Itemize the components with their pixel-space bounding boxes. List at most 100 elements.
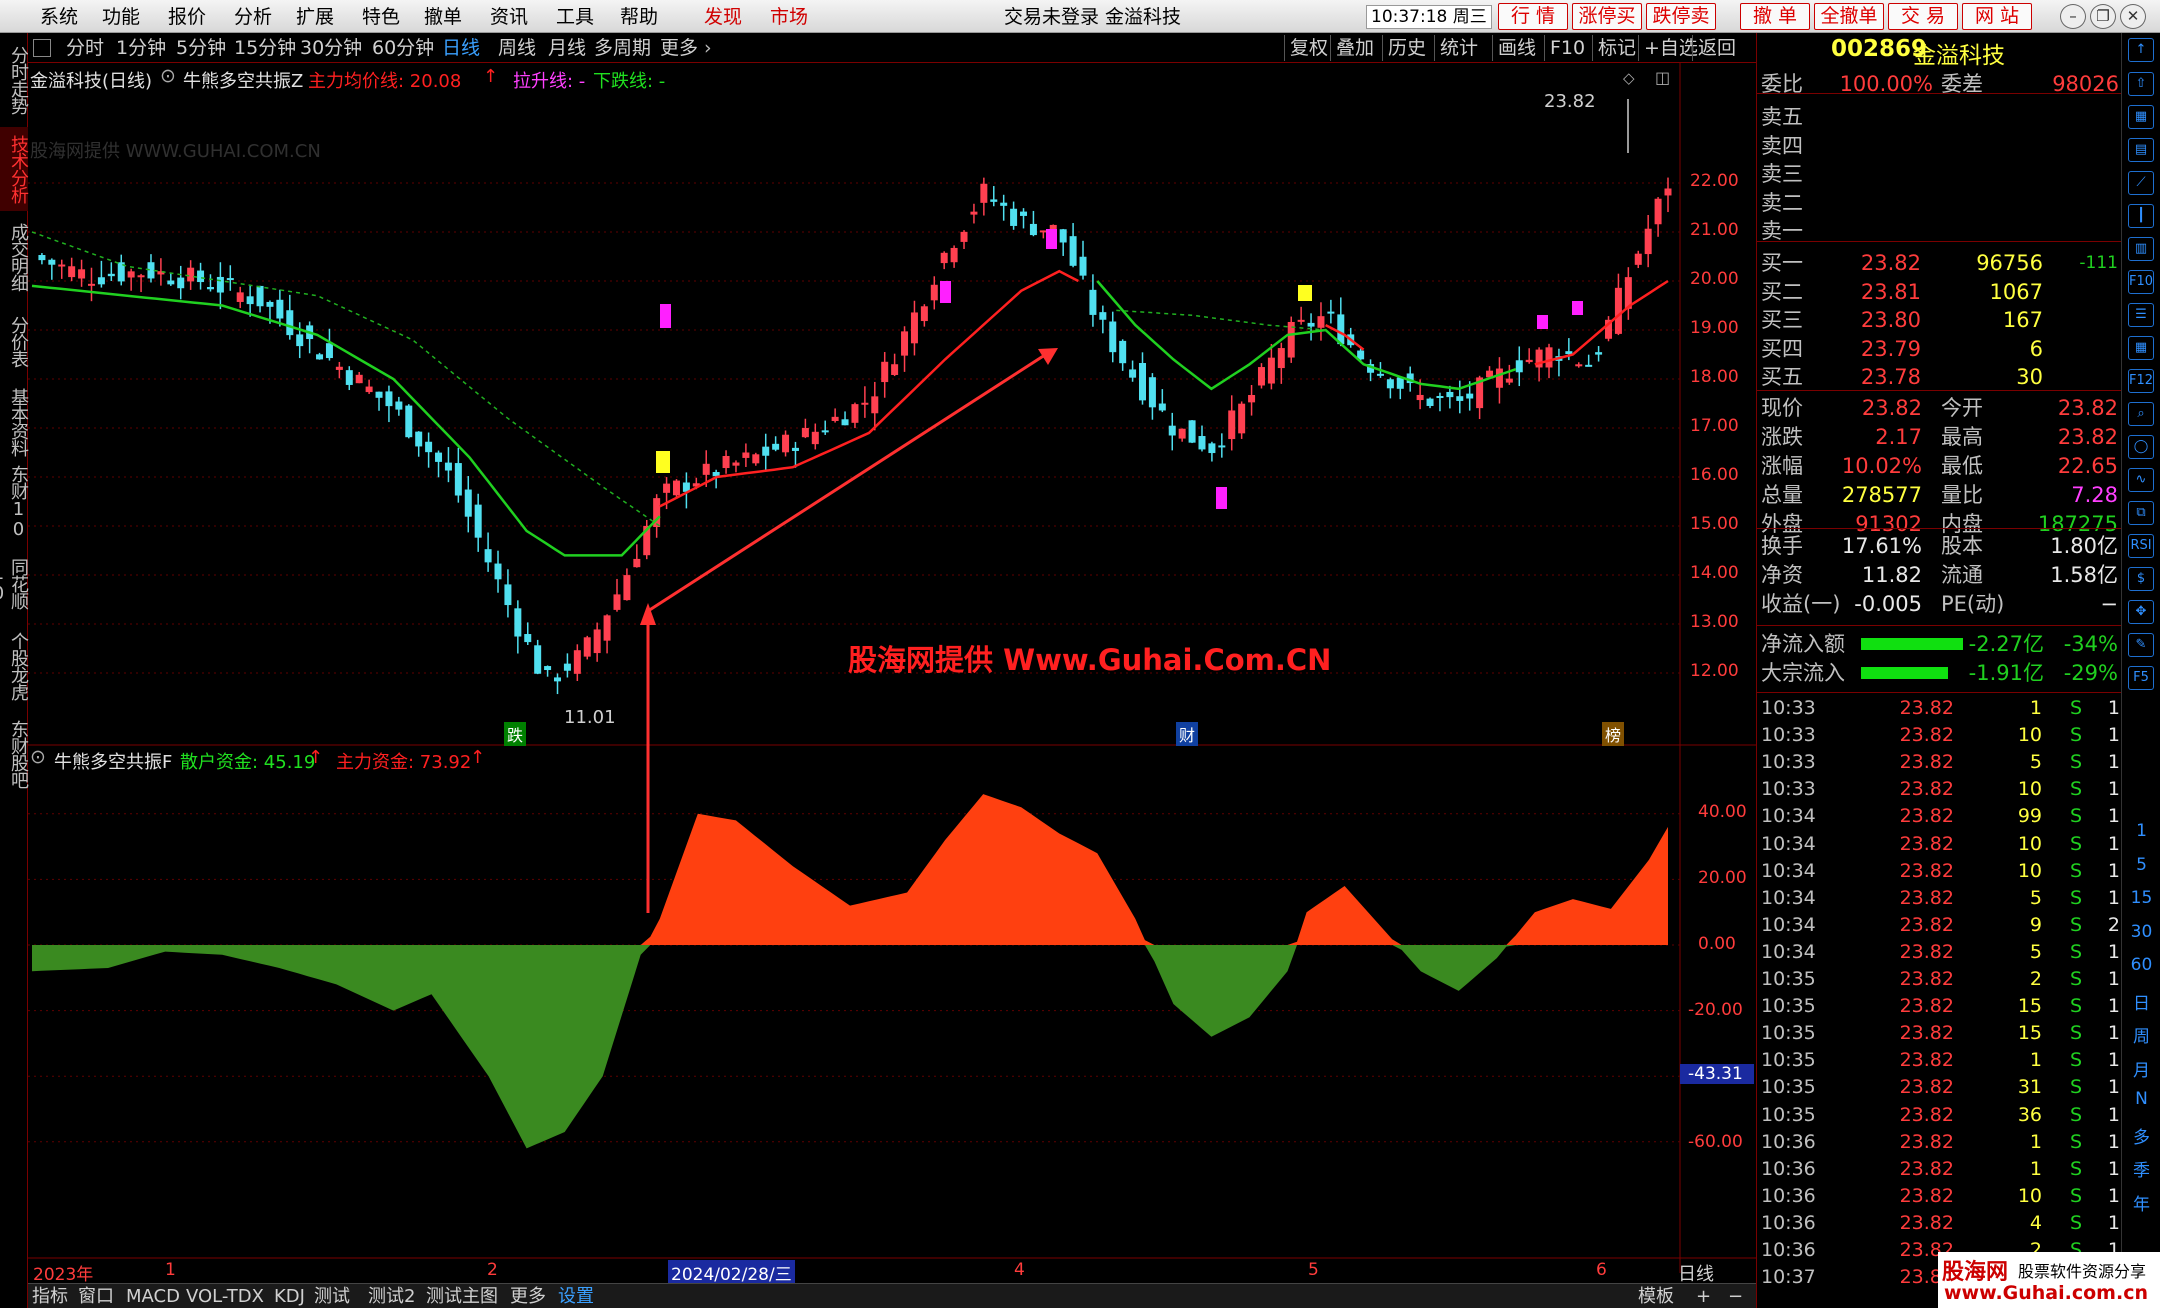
period-shortcut-1[interactable]: 5 — [2122, 855, 2160, 875]
right-move-icon[interactable]: ✥ — [2128, 600, 2154, 624]
panel-layout-icon[interactable]: ◫ — [1655, 68, 1670, 87]
bottom-tab-6[interactable]: 测试2 — [368, 1285, 415, 1308]
period-shortcut-6[interactable]: 周 — [2122, 1022, 2160, 1047]
quick-button-1[interactable]: 涨停买 — [1572, 3, 1642, 30]
period-tab-3[interactable]: 15分钟 — [234, 36, 296, 60]
period-tab-8[interactable]: 月线 — [548, 36, 586, 60]
menu-market[interactable]: 市场 — [770, 4, 808, 30]
tool-button-8[interactable]: 返回 — [1698, 36, 1736, 60]
menu-item-9[interactable]: 帮助 — [620, 4, 658, 30]
right-candle-icon[interactable]: ┃ — [2128, 204, 2154, 228]
right-line-icon[interactable]: ⟋ — [2128, 171, 2154, 195]
left-tab-2[interactable]: 成交明细 — [0, 215, 29, 299]
tool-button-6[interactable]: 标记 — [1598, 36, 1636, 60]
sub-indicator-toggle-icon[interactable]: ⊙ — [30, 746, 46, 768]
left-tab-3[interactable]: 分价表 — [0, 303, 29, 379]
left-tab-6[interactable]: 同花顺10 — [0, 543, 29, 623]
tool-button-2[interactable]: 历史 — [1388, 36, 1426, 60]
left-tab-8[interactable]: 东财股吧 — [0, 709, 29, 799]
bottom-right-button-0[interactable]: 模板 — [1638, 1285, 1674, 1308]
menu-item-3[interactable]: 分析 — [234, 4, 272, 30]
minimize-icon[interactable]: – — [2060, 4, 2086, 29]
sub-indicator-name[interactable]: 牛熊多空共振F — [54, 748, 172, 774]
menu-item-7[interactable]: 资讯 — [490, 4, 528, 30]
quick-button-4[interactable]: 全撤单 — [1814, 3, 1884, 30]
left-tab-5[interactable]: 东财10 — [0, 465, 29, 539]
period-tab-9[interactable]: 多周期 — [594, 36, 651, 60]
right-f12-icon[interactable]: F12 — [2128, 369, 2154, 393]
bottom-tab-4[interactable]: KDJ — [274, 1285, 305, 1308]
panel-toggle-icon[interactable] — [33, 39, 51, 57]
bottom-tab-2[interactable]: MACD — [126, 1285, 180, 1308]
bottom-tab-5[interactable]: 测试 — [314, 1285, 350, 1308]
bottom-right-button-2[interactable]: − — [1728, 1285, 1743, 1308]
period-shortcut-5[interactable]: 日 — [2122, 989, 2160, 1014]
period-shortcut-3[interactable]: 30 — [2122, 922, 2160, 942]
right-dual-icon[interactable]: ⧉ — [2128, 501, 2154, 525]
right-chart-icon[interactable]: ▦ — [2128, 105, 2154, 129]
bottom-tab-9[interactable]: 设置 — [558, 1285, 594, 1308]
period-shortcut-2[interactable]: 15 — [2122, 888, 2160, 908]
period-shortcut-4[interactable]: 60 — [2122, 955, 2160, 975]
period-tab-6[interactable]: 日线 — [442, 36, 480, 60]
period-tab-7[interactable]: 周线 — [498, 36, 536, 60]
restore-icon[interactable]: ❐ — [2090, 4, 2116, 29]
right-bars-icon[interactable]: ▤ — [2128, 138, 2154, 162]
period-tab-0[interactable]: 分时 — [66, 36, 104, 60]
quick-button-0[interactable]: 行 情 — [1498, 3, 1568, 30]
left-tab-7[interactable]: 个股龙虎 — [0, 627, 29, 705]
tool-button-5[interactable]: F10 — [1550, 36, 1585, 60]
right-f5-icon[interactable]: F5 — [2128, 666, 2154, 690]
bottom-tab-1[interactable]: 窗口 — [78, 1285, 114, 1308]
more-chevron-icon[interactable]: › — [704, 36, 712, 60]
right-rsi-icon[interactable]: RSI — [2128, 534, 2154, 558]
menu-item-1[interactable]: 功能 — [102, 4, 140, 30]
menu-item-4[interactable]: 扩展 — [296, 4, 334, 30]
quick-button-2[interactable]: 跌停卖 — [1646, 3, 1716, 30]
period-tab-5[interactable]: 60分钟 — [372, 36, 434, 60]
right-circle-icon[interactable]: ◯ — [2128, 435, 2154, 459]
period-shortcut-11[interactable]: 年 — [2122, 1190, 2160, 1215]
bottom-tab-7[interactable]: 测试主图 — [426, 1285, 498, 1308]
right-grid-icon[interactable]: ▦ — [2128, 336, 2154, 360]
left-tab-4[interactable]: 基本资料 — [0, 383, 29, 461]
tool-button-4[interactable]: 画线 — [1498, 36, 1536, 60]
bottom-tab-8[interactable]: 更多 — [510, 1285, 546, 1308]
diamond-icon[interactable]: ◇ — [1623, 69, 1635, 87]
right-list-icon[interactable]: ☰ — [2128, 303, 2154, 327]
quick-button-5[interactable]: 交 易 — [1888, 3, 1958, 30]
right-table-icon[interactable]: ▥ — [2128, 237, 2154, 261]
period-tab-4[interactable]: 30分钟 — [300, 36, 362, 60]
right-f10-icon[interactable]: F10 — [2128, 270, 2154, 294]
right-wave-icon[interactable]: ∿ — [2128, 468, 2154, 492]
kline-indicator-name[interactable]: 牛熊多空共振Z — [183, 67, 303, 93]
period-tab-10[interactable]: 更多 — [660, 36, 698, 60]
period-shortcut-8[interactable]: N — [2122, 1089, 2160, 1109]
tool-button-7[interactable]: +自选 — [1644, 36, 1698, 60]
bottom-tab-0[interactable]: 指标 — [32, 1285, 68, 1308]
right-pen-icon[interactable]: ✎ — [2128, 633, 2154, 657]
menu-item-5[interactable]: 特色 — [362, 4, 400, 30]
period-shortcut-9[interactable]: 多 — [2122, 1123, 2160, 1148]
menu-item-8[interactable]: 工具 — [556, 4, 594, 30]
right-arrow-up-outline-icon[interactable]: ⇧ — [2128, 72, 2154, 96]
menu-item-2[interactable]: 报价 — [168, 4, 206, 30]
quick-button-6[interactable]: 网 站 — [1962, 3, 2032, 30]
right-s-coin-icon[interactable]: $ — [2128, 567, 2154, 591]
indicator-toggle-icon[interactable]: ⊙ — [160, 65, 176, 87]
period-tab-1[interactable]: 1分钟 — [116, 36, 166, 60]
period-shortcut-7[interactable]: 月 — [2122, 1056, 2160, 1081]
period-shortcut-0[interactable]: 1 — [2122, 821, 2160, 841]
right-arrow-up-icon[interactable]: ↑ — [2128, 38, 2154, 62]
left-tab-1[interactable]: 技术分析 — [0, 127, 29, 211]
bottom-tab-3[interactable]: VOL-TDX — [186, 1285, 264, 1308]
period-tab-2[interactable]: 5分钟 — [176, 36, 226, 60]
right-search-icon[interactable]: ⌕ — [2128, 402, 2154, 426]
close-icon[interactable]: ✕ — [2120, 4, 2146, 29]
menu-discover[interactable]: 发现 — [704, 4, 742, 30]
menu-item-0[interactable]: 系统 — [40, 4, 78, 30]
left-tab-0[interactable]: 分时走势 — [0, 37, 29, 123]
period-shortcut-10[interactable]: 季 — [2122, 1156, 2160, 1181]
tool-button-0[interactable]: 复权 — [1290, 36, 1328, 60]
bottom-right-button-1[interactable]: + — [1696, 1285, 1711, 1308]
